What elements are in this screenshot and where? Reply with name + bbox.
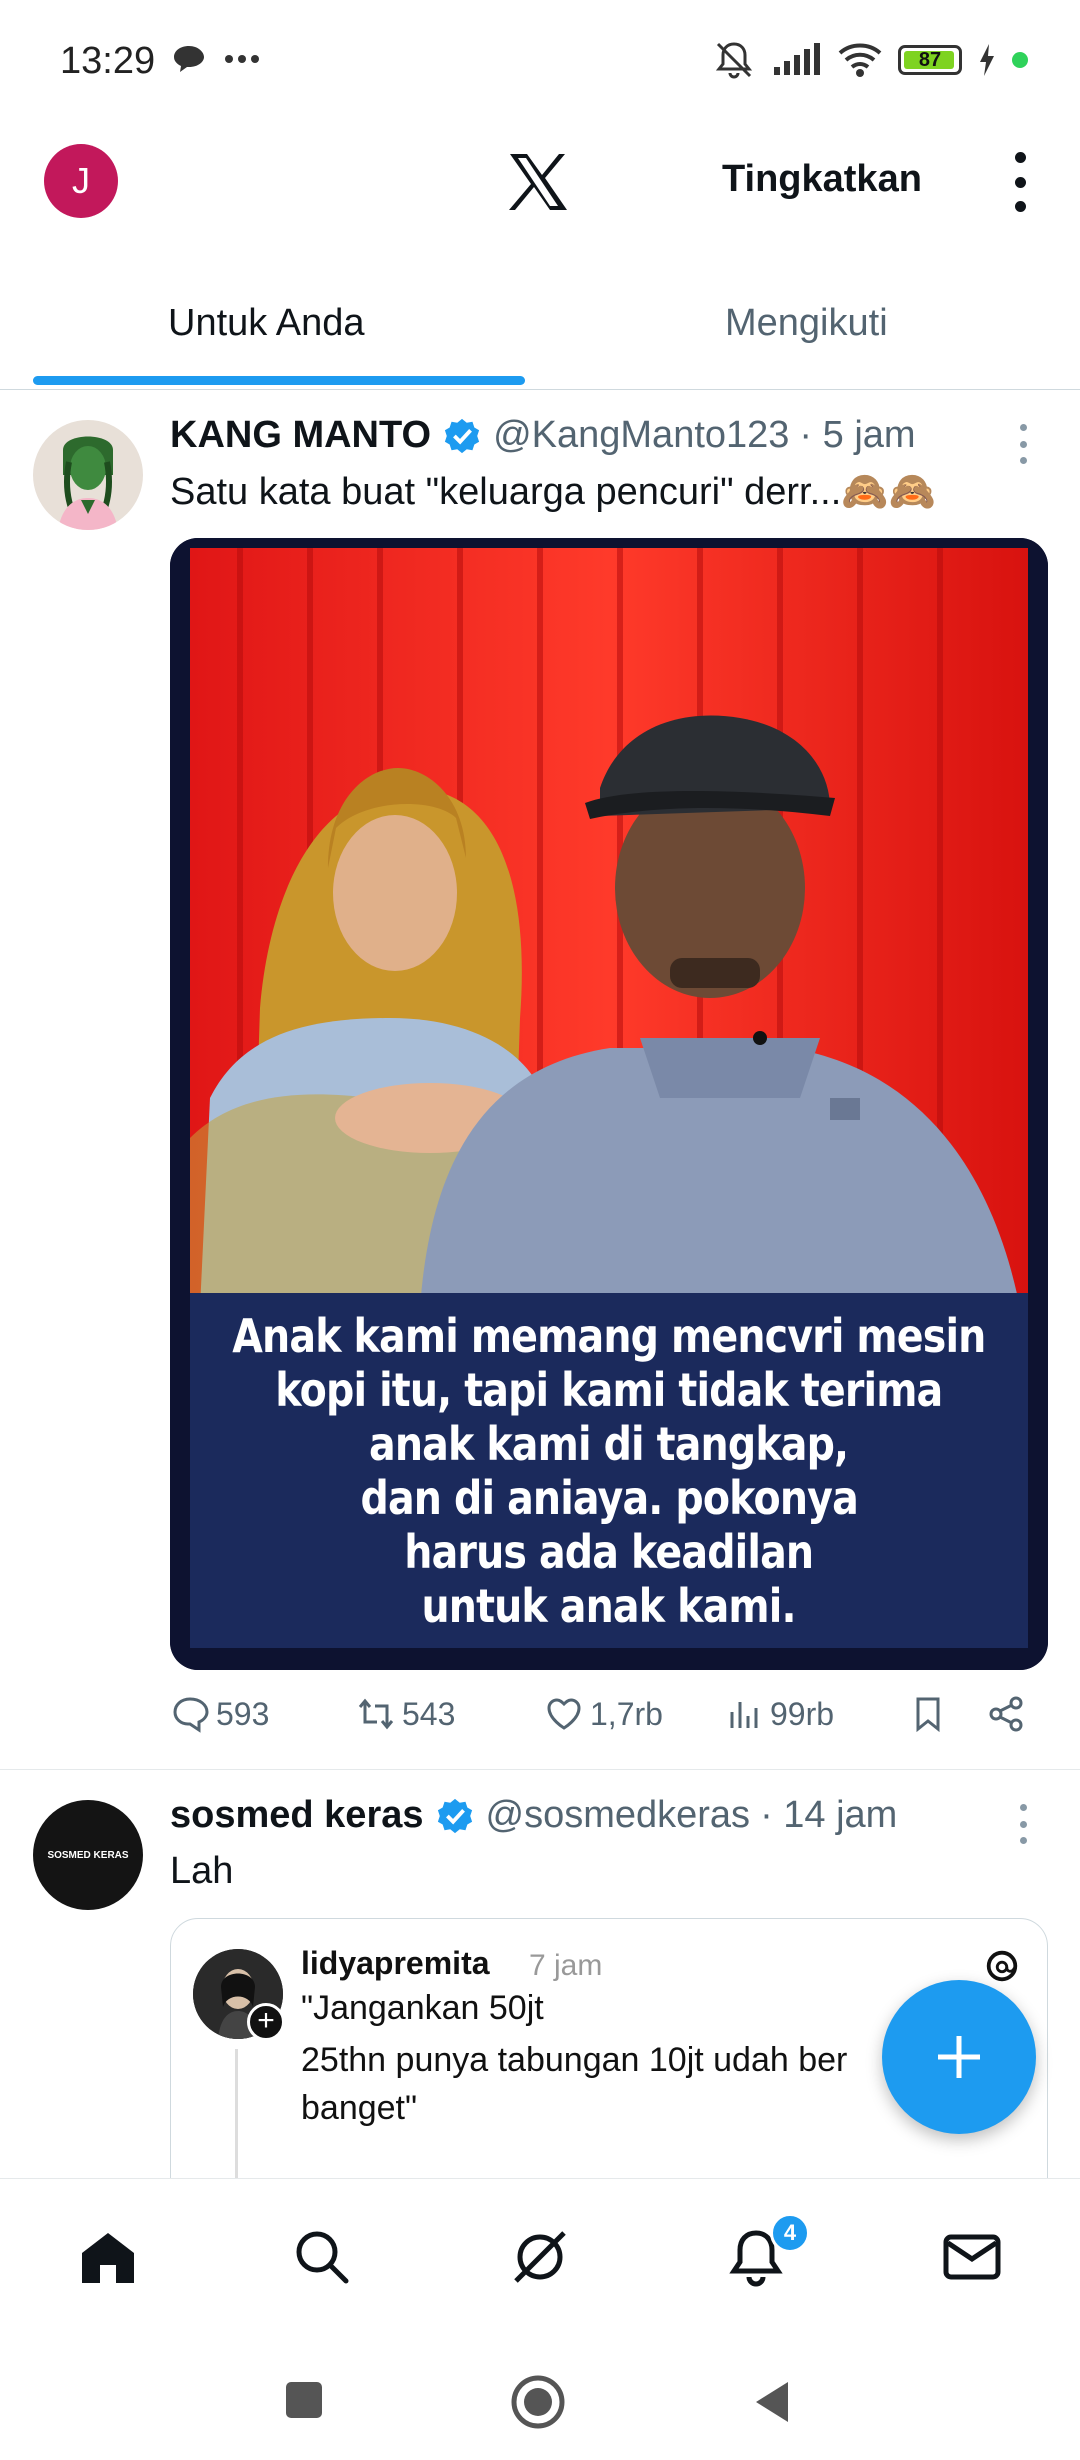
author-avatar[interactable] xyxy=(33,420,143,530)
more-vertical-icon[interactable] xyxy=(1006,152,1034,212)
chat-bubble-icon xyxy=(174,46,204,72)
caption-line: dan di aniaya. pokonya xyxy=(360,1470,858,1525)
share-icon xyxy=(989,1696,1023,1732)
tab-following[interactable]: Mengikuti xyxy=(725,302,888,345)
tweet-header: KANG MANTO @KangManto123 · 5 jam xyxy=(170,414,916,457)
tab-for-you[interactable]: Untuk Anda xyxy=(168,302,364,345)
status-left-icons xyxy=(172,44,260,74)
bookmark-button[interactable] xyxy=(908,1694,948,1734)
signal-icon xyxy=(774,43,820,75)
quoted-time: 7 jam xyxy=(529,1949,603,1982)
like-button[interactable]: 1,7rb xyxy=(544,1694,663,1734)
home-icon[interactable] xyxy=(76,2225,140,2289)
tweet-text: Lah xyxy=(170,1850,234,1892)
follow-plus-icon[interactable]: + xyxy=(247,2003,285,2041)
home-circle-icon[interactable] xyxy=(510,2374,566,2430)
status-right-icons: 87 xyxy=(712,40,1028,80)
tweet-media-image[interactable]: Anak kami memang mencvri mesin kopi itu,… xyxy=(170,538,1048,1670)
system-navigation-bar xyxy=(0,2334,1080,2460)
charging-icon xyxy=(980,44,994,76)
mute-icon xyxy=(715,42,753,79)
reply-count: 593 xyxy=(216,1695,270,1732)
tweet-more-icon[interactable] xyxy=(1020,1804,1030,1844)
caption-line: kopi itu, tapi kami tidak terima xyxy=(275,1362,943,1417)
compose-post-button[interactable] xyxy=(882,1980,1036,2134)
notification-badge: 4 xyxy=(770,2213,810,2253)
views-count: 99rb xyxy=(770,1695,835,1732)
verified-badge-icon xyxy=(437,1798,472,1833)
tweet-time: · 14 jam xyxy=(760,1794,898,1836)
repost-icon xyxy=(358,1698,394,1730)
search-icon[interactable] xyxy=(290,2225,354,2289)
privacy-dot xyxy=(1012,52,1028,68)
quoted-username: lidyapremita xyxy=(301,1945,490,1981)
caption-line: Anak kami memang mencvri mesin xyxy=(232,1308,986,1363)
repost-button[interactable]: 543 xyxy=(356,1694,455,1734)
timeline-tabs: Untuk Anda Mengikuti xyxy=(0,270,1080,390)
back-icon[interactable] xyxy=(752,2380,792,2424)
avatar-text: SOSMED KERAS xyxy=(47,1849,129,1861)
thread-line xyxy=(235,2049,238,2182)
reply-icon xyxy=(173,1697,209,1733)
x-logo-icon xyxy=(509,154,567,210)
bookmark-icon xyxy=(916,1697,940,1733)
verified-badge-icon xyxy=(444,418,480,453)
heart-icon xyxy=(547,1698,581,1730)
author-avatar[interactable]: SOSMED KERAS xyxy=(33,1800,143,1910)
upgrade-button[interactable]: Tingkatkan xyxy=(722,158,922,201)
wifi-icon xyxy=(838,43,882,77)
status-bar: 13:29 87 xyxy=(0,0,1080,120)
caption-line: harus ada keadilan xyxy=(404,1524,815,1579)
repost-count: 543 xyxy=(402,1695,456,1732)
media-caption: Anak kami memang mencvri mesin kopi itu,… xyxy=(190,1293,1028,1648)
tweet-time: · 5 jam xyxy=(799,414,916,456)
messages-icon[interactable] xyxy=(940,2225,1004,2289)
plus-icon xyxy=(938,2036,980,2078)
battery-icon: 87 xyxy=(898,45,962,75)
battery-level: 87 xyxy=(918,48,942,71)
quoted-text-line: 25thn punya tabungan 10jt udah ber xyxy=(301,2041,848,2079)
views-icon xyxy=(730,1702,758,1728)
top-app-bar: J Tingkatkan xyxy=(0,130,1080,240)
author-handle[interactable]: @KangManto123 xyxy=(493,414,789,457)
views-button[interactable]: 99rb xyxy=(724,1694,834,1734)
quoted-text-line: banget" xyxy=(301,2089,418,2127)
caption-line: anak kami di tangkap, xyxy=(369,1416,849,1471)
author-name[interactable]: KANG MANTO xyxy=(170,414,431,457)
grok-icon[interactable] xyxy=(508,2225,572,2289)
status-time: 13:29 xyxy=(60,40,156,82)
author-name[interactable]: sosmed keras xyxy=(170,1794,424,1837)
tweet-actions: 593 543 1,7rb 99rb xyxy=(170,1694,1040,1744)
more-dots-icon xyxy=(225,55,259,63)
active-tab-indicator xyxy=(33,376,525,385)
tweet-header: sosmed keras @sosmedkeras · 14 jam xyxy=(170,1794,897,1837)
share-button[interactable] xyxy=(986,1694,1026,1734)
bottom-navigation: 4 xyxy=(0,2178,1080,2334)
like-count: 1,7rb xyxy=(590,1695,663,1732)
recents-icon[interactable] xyxy=(284,2380,324,2420)
tweet[interactable]: KANG MANTO @KangManto123 · 5 jam Satu ka… xyxy=(0,392,1080,1770)
reply-button[interactable]: 593 xyxy=(170,1694,269,1734)
profile-avatar[interactable]: J xyxy=(44,144,118,218)
tweet-more-icon[interactable] xyxy=(1020,424,1030,464)
quoted-text-line: "Jangankan 50jt xyxy=(301,1989,544,2027)
tweet-text: Satu kata buat "keluarga pencuri" derr..… xyxy=(170,471,936,513)
caption-line: untuk anak kami. xyxy=(421,1578,797,1633)
threads-logo-icon xyxy=(986,1950,1018,1982)
author-handle[interactable]: @sosmedkeras xyxy=(486,1794,751,1837)
